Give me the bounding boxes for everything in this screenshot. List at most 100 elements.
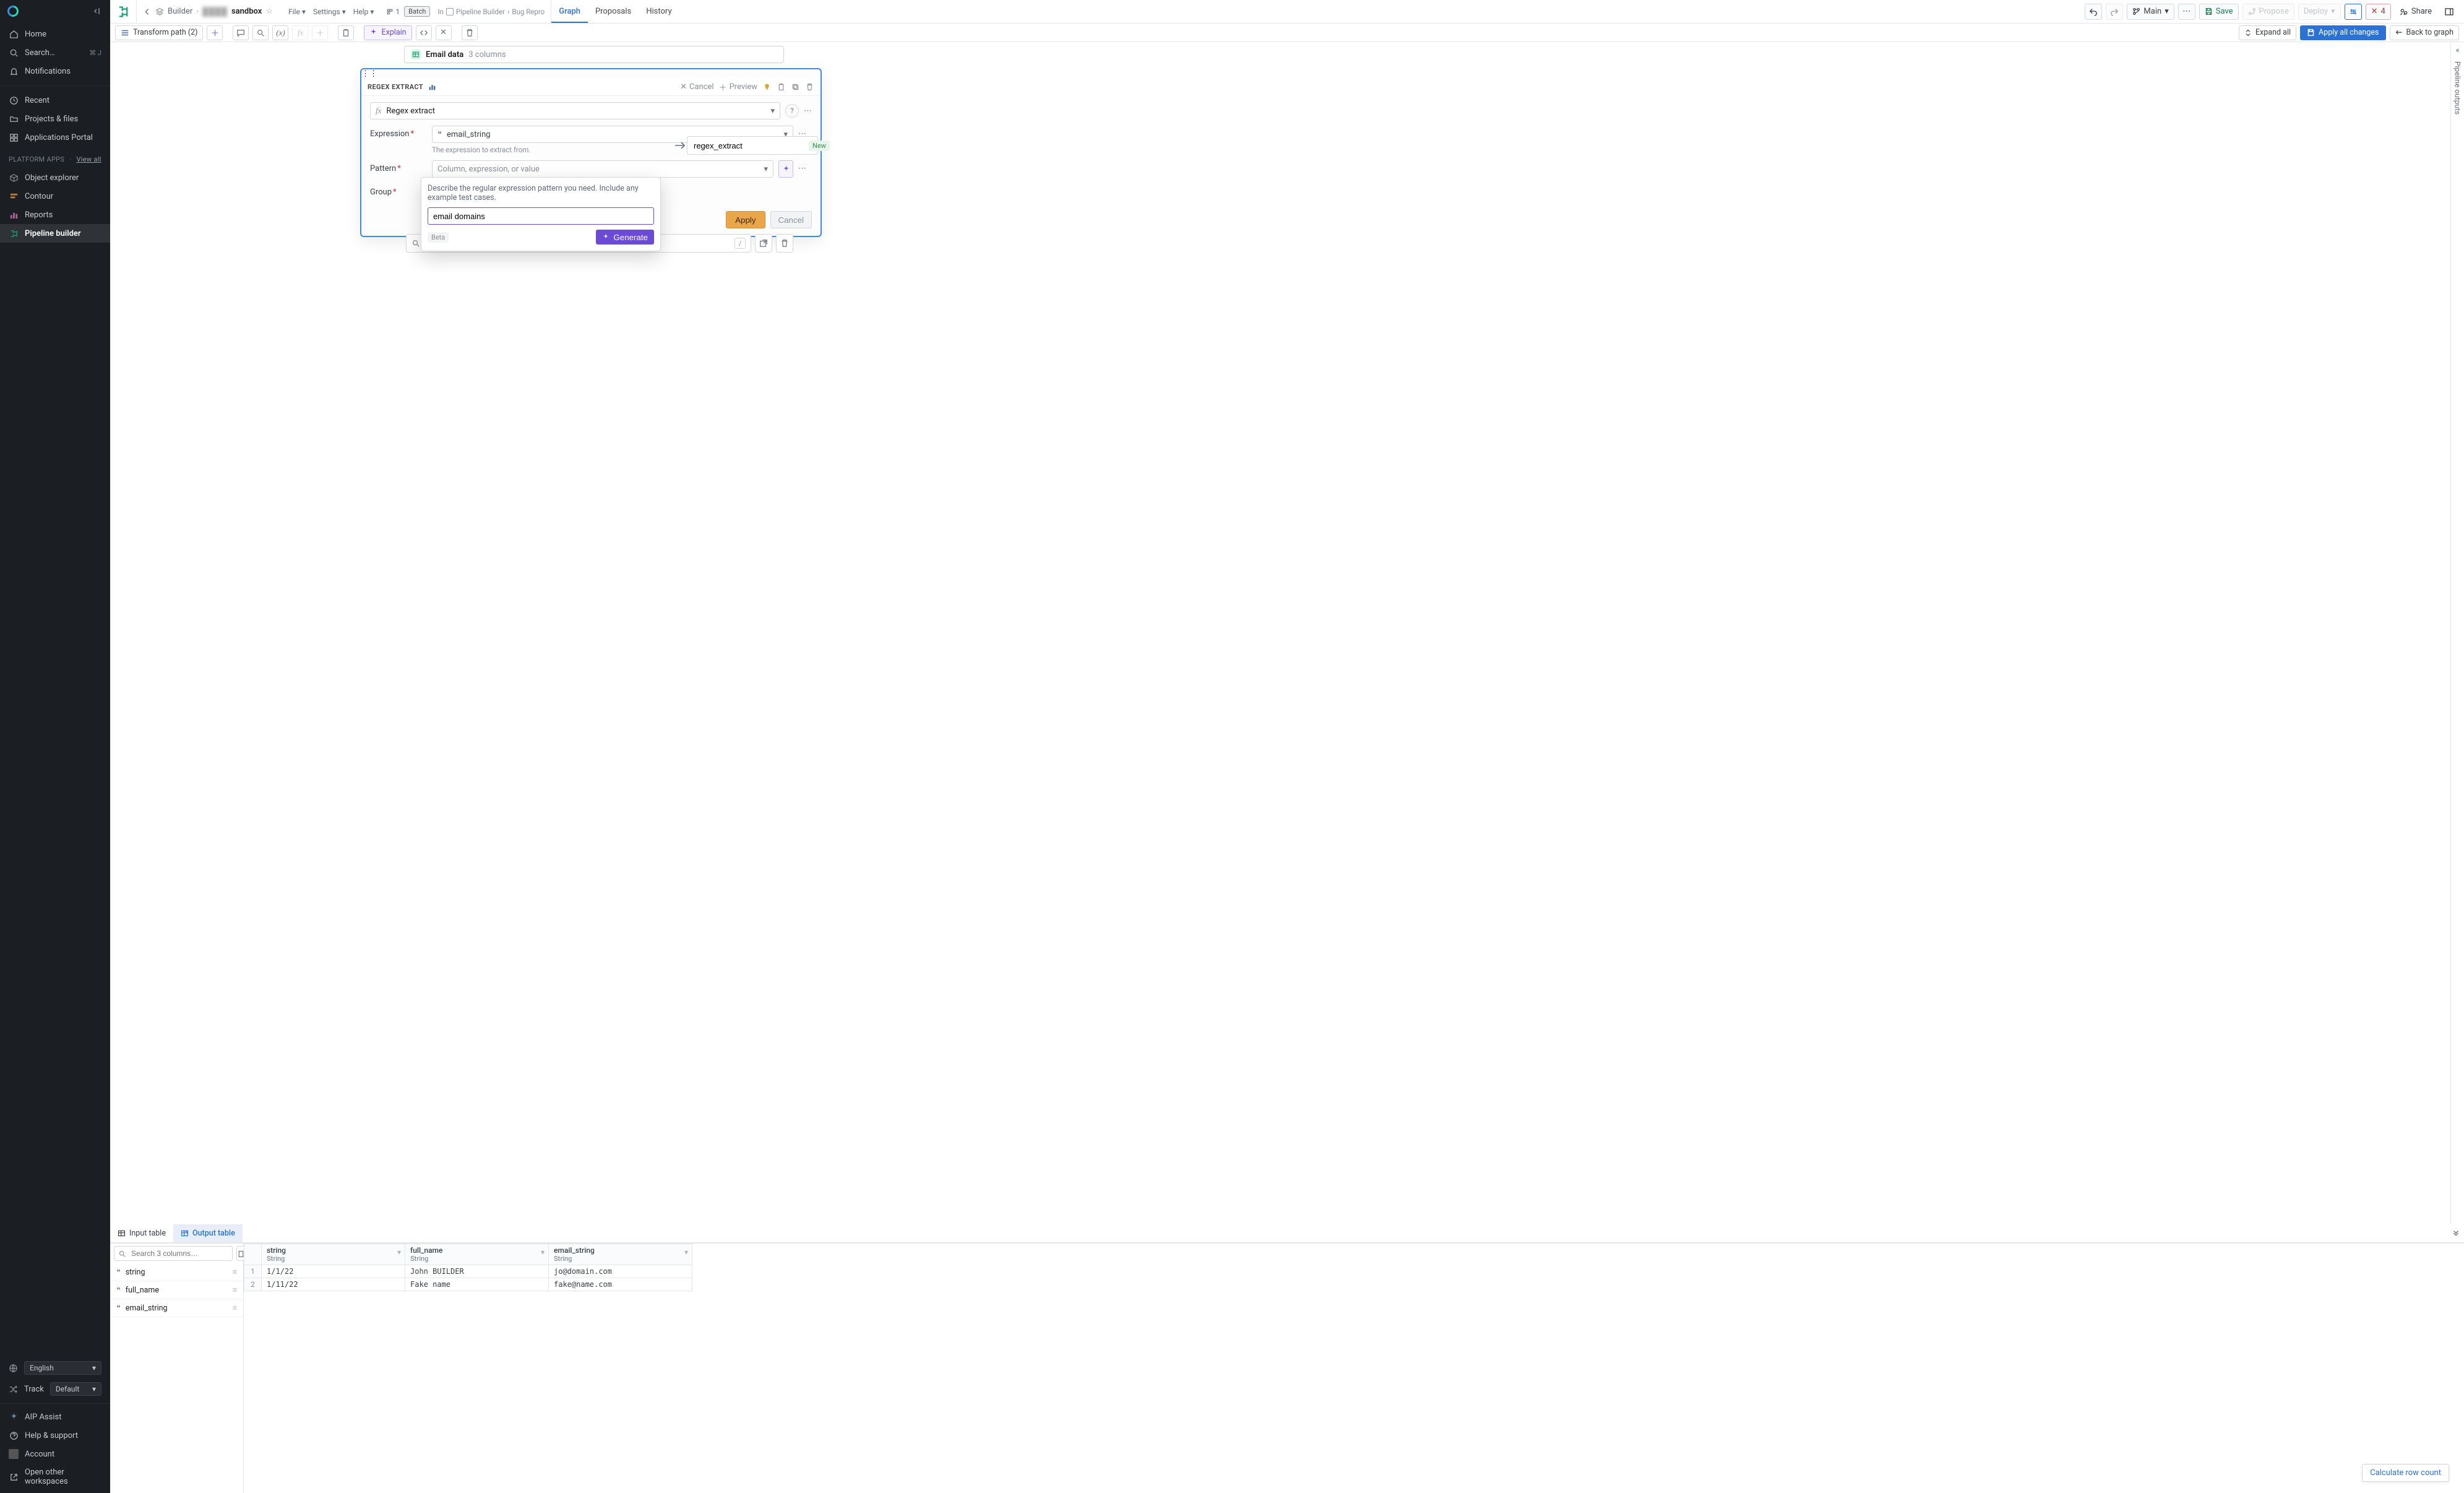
fx2-button[interactable]: fx bbox=[292, 25, 308, 40]
collapse-panel-icon[interactable] bbox=[2448, 1224, 2464, 1242]
col-header[interactable]: email_stringString ▾ bbox=[549, 1244, 692, 1265]
trash-button[interactable] bbox=[462, 25, 478, 40]
redo-button[interactable] bbox=[2106, 4, 2123, 20]
deploy-button[interactable]: Deploy ▾ bbox=[2298, 4, 2341, 20]
clipboard-button[interactable] bbox=[338, 25, 354, 40]
add-transform-button[interactable]: ＋ bbox=[207, 25, 223, 40]
pattern-select[interactable]: Column, expression, or value ▾ bbox=[432, 160, 773, 178]
track-select[interactable]: Default ▾ bbox=[50, 1382, 101, 1396]
apply-all-button[interactable]: Apply all changes bbox=[2300, 25, 2385, 40]
expand-rail-icon[interactable]: « bbox=[2455, 46, 2459, 55]
more-icon[interactable]: ⋯ bbox=[804, 106, 812, 116]
help-icon[interactable]: ? bbox=[785, 104, 799, 118]
ai-pattern-input[interactable] bbox=[428, 207, 654, 225]
tune-button[interactable] bbox=[2345, 4, 2362, 20]
sidebar-item-object-explorer[interactable]: Object explorer bbox=[0, 168, 110, 187]
comment-button[interactable] bbox=[233, 25, 249, 40]
tab-graph[interactable]: Graph bbox=[551, 0, 588, 23]
errors-button[interactable]: ✕ 4 bbox=[2366, 4, 2391, 20]
generate-button[interactable]: Generate bbox=[596, 230, 654, 245]
sidebar-item-search[interactable]: Search… ⌘ J bbox=[0, 43, 110, 62]
sidebar-item-notifications[interactable]: Notifications bbox=[0, 62, 110, 80]
sidebar-item-recent[interactable]: Recent bbox=[0, 91, 110, 110]
sidebar-item-pipeline-builder[interactable]: Pipeline builder bbox=[0, 224, 110, 243]
explain-button[interactable]: Explain bbox=[364, 25, 411, 40]
search2-button[interactable] bbox=[252, 25, 269, 40]
table-row[interactable]: 2 1/11/22 Fake name fake@name.com bbox=[244, 1278, 692, 1291]
column-item[interactable]: ❝full_name≡ bbox=[110, 1281, 243, 1299]
col-menu-icon[interactable]: ▾ bbox=[397, 1248, 401, 1257]
preview-link[interactable]: ＋ Preview bbox=[719, 81, 757, 93]
sidebar-item-account[interactable]: Account bbox=[0, 1445, 110, 1463]
ai-pattern-button[interactable] bbox=[778, 160, 793, 178]
sidebar-item-apps-portal[interactable]: Applications Portal bbox=[0, 128, 110, 147]
sidebar-item-open-other[interactable]: Open other workspaces bbox=[0, 1463, 110, 1491]
function-select[interactable]: fx Regex extract ▾ bbox=[370, 102, 780, 119]
table-row[interactable]: 1 1/1/22 John BUILDER jo@domain.com bbox=[244, 1265, 692, 1278]
tab-output-table[interactable]: Output table bbox=[173, 1224, 243, 1242]
sidebar-item-reports[interactable]: Reports bbox=[0, 206, 110, 224]
column-search[interactable] bbox=[114, 1246, 233, 1261]
breadcrumb-builder[interactable]: Builder bbox=[168, 7, 192, 16]
batch-badge[interactable]: Batch bbox=[404, 6, 430, 17]
calculate-row-count[interactable]: Calculate row count bbox=[2362, 1464, 2449, 1482]
copy-icon[interactable] bbox=[791, 82, 800, 92]
transform-path-pill[interactable]: Transform path (2) bbox=[115, 25, 203, 40]
sidebar-item-home[interactable]: Home bbox=[0, 25, 110, 43]
node-email-data[interactable]: Email data 3 columns bbox=[404, 46, 784, 63]
menu-settings[interactable]: Settings ▾ bbox=[310, 5, 349, 19]
sort-icon[interactable]: ≡ bbox=[233, 1286, 237, 1295]
col-header[interactable]: stringString ▾ bbox=[262, 1244, 405, 1265]
propose-button[interactable]: Propose bbox=[2242, 4, 2294, 20]
branch-select[interactable]: Main ▾ bbox=[2127, 4, 2174, 20]
column-item[interactable]: ❝string≡ bbox=[110, 1263, 243, 1281]
collapse-sidebar-icon[interactable] bbox=[93, 6, 103, 16]
panel-toggle-button[interactable] bbox=[2440, 4, 2458, 20]
back-to-graph-button[interactable]: Back to graph bbox=[2390, 25, 2459, 40]
cancel-button[interactable]: Cancel bbox=[770, 211, 812, 228]
output-column-chip: New bbox=[687, 136, 818, 155]
more-icon[interactable]: ⋯ bbox=[798, 160, 812, 173]
sidebar-item-contour[interactable]: Contour bbox=[0, 187, 110, 206]
save-button[interactable]: Save bbox=[2199, 4, 2239, 20]
tab-proposals[interactable]: Proposals bbox=[588, 0, 639, 23]
sidebar-item-projects[interactable]: Projects & files bbox=[0, 110, 110, 128]
menu-file[interactable]: File ▾ bbox=[285, 5, 309, 19]
col-menu-icon[interactable]: ▾ bbox=[541, 1248, 545, 1257]
batch-count[interactable]: 1 bbox=[383, 5, 403, 19]
cancel-link[interactable]: ✕ Cancel bbox=[680, 82, 713, 92]
fx-button[interactable]: (x) bbox=[272, 25, 288, 40]
share-button[interactable]: Share bbox=[2395, 4, 2437, 20]
bars-icon[interactable] bbox=[428, 83, 436, 91]
close-x-button[interactable]: ✕ bbox=[436, 25, 452, 40]
col-menu-icon[interactable]: ▾ bbox=[684, 1248, 688, 1257]
open-new-button[interactable] bbox=[755, 234, 772, 253]
sort-icon[interactable]: ≡ bbox=[233, 1268, 237, 1277]
sidebar-item-aip[interactable]: AIP Assist bbox=[0, 1408, 110, 1426]
output-column-input[interactable] bbox=[692, 141, 804, 151]
column-search-input[interactable] bbox=[130, 1248, 228, 1258]
tab-input-table[interactable]: Input table bbox=[110, 1224, 173, 1242]
star-icon[interactable]: ☆ bbox=[265, 7, 273, 16]
column-item[interactable]: ❝email_string≡ bbox=[110, 1299, 243, 1317]
trash-icon[interactable] bbox=[805, 82, 814, 92]
language-select[interactable]: English ▾ bbox=[24, 1361, 101, 1375]
trash2-button[interactable] bbox=[776, 234, 793, 253]
view-all-link[interactable]: View all bbox=[76, 155, 101, 163]
canvas[interactable]: Email data 3 columns ⋮⋮ REGEX EXTRACT ✕ … bbox=[110, 42, 2450, 1243]
sidebar-item-help[interactable]: Help & support bbox=[0, 1426, 110, 1445]
apply-button[interactable]: Apply bbox=[726, 211, 765, 228]
bulb-icon[interactable] bbox=[762, 82, 772, 92]
plus-button[interactable]: ＋ bbox=[312, 25, 328, 40]
tab-history[interactable]: History bbox=[639, 0, 679, 23]
drag-handle-icon[interactable]: ⋮⋮ bbox=[361, 69, 821, 79]
back-icon[interactable] bbox=[143, 7, 152, 16]
expand-code-button[interactable] bbox=[416, 25, 432, 40]
clipboard-icon[interactable] bbox=[777, 82, 786, 92]
more-button[interactable]: ⋯ bbox=[2178, 4, 2195, 20]
expand-all-button[interactable]: Expand all bbox=[2239, 25, 2296, 40]
col-header[interactable]: full_nameString ▾ bbox=[405, 1244, 549, 1265]
undo-button[interactable] bbox=[2085, 4, 2102, 20]
sort-icon[interactable]: ≡ bbox=[233, 1304, 237, 1313]
menu-help[interactable]: Help ▾ bbox=[350, 5, 377, 19]
